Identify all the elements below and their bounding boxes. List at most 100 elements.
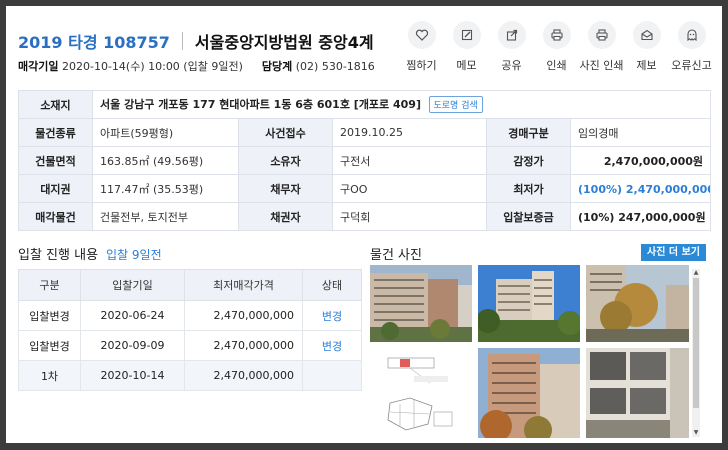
type-label: 물건종류 — [18, 118, 93, 147]
creditor-value: 구덕회 — [332, 202, 487, 231]
building-area-label: 건물면적 — [18, 146, 93, 175]
bid-status — [302, 360, 362, 391]
print-label: 인쇄 — [546, 59, 567, 72]
printer-icon — [542, 21, 571, 49]
info-row: 매각물건 건물전부, 토지전부 채권자 구덕회 입찰보증금 (10%) 247,… — [18, 202, 712, 231]
sale-item-label: 매각물건 — [18, 202, 93, 231]
bid-status-link[interactable]: 변경 — [302, 300, 362, 331]
scroll-up-icon[interactable]: ▲ — [692, 269, 700, 277]
col-date: 입찰기일 — [80, 269, 185, 301]
debtor-value: 구OO — [332, 174, 487, 203]
photo-print-button[interactable]: 사진 인쇄 — [579, 21, 624, 73]
bid-title: 입찰 진행 내용 — [18, 248, 99, 263]
bid-price: 2,470,000,000 — [184, 330, 303, 361]
envelope-icon — [632, 21, 661, 49]
table-row: 1차 2020-10-14 2,470,000,000 — [18, 360, 362, 391]
minimum-value: (100%) 2,470,000,000원 — [569, 174, 712, 203]
favorite-button[interactable]: 찜하기 — [399, 21, 444, 73]
info-row: 건물면적 163.85㎡ (49.56평) 소유자 구전서 감정가 2,470,… — [18, 146, 712, 175]
more-photos-button[interactable]: 사진 더 보기 — [641, 244, 706, 261]
auction-kind-label: 경매구분 — [486, 118, 571, 147]
auction-date-value: 2020-10-14(수) 10:00 (입찰 9일전) — [61, 60, 243, 73]
building-area-value: 163.85㎡ (49.56평) — [92, 146, 239, 175]
bid-kind: 입찰변경 — [18, 300, 81, 331]
memo-button[interactable]: 메모 — [444, 21, 489, 73]
court-name: 서울중앙지방법원 중앙4계 — [194, 33, 374, 52]
bid-kind: 1차 — [18, 360, 81, 391]
type-value: 아파트(59평형) — [92, 118, 239, 147]
bid-price: 2,470,000,000 — [184, 300, 303, 331]
info-row: 대지권 117.47㎡ (35.53평) 채무자 구OO 최저가 (100%) … — [18, 174, 712, 203]
debtor-label: 채무자 — [238, 174, 333, 203]
report-button[interactable]: 제보 — [624, 21, 669, 73]
header-divider — [181, 32, 183, 50]
photo-scrollbar-thumb[interactable] — [693, 278, 699, 408]
bid-header-row: 구분 입찰기일 최저매각가격 상태 — [18, 269, 362, 301]
owner-label: 소유자 — [238, 146, 333, 175]
heart-icon — [407, 21, 436, 49]
photo-section-title: 물건 사진 — [370, 248, 422, 263]
case-header: 2019 타경 108757 서울중앙지방법원 중앙4계 — [18, 28, 374, 54]
ghost-icon — [677, 21, 706, 49]
col-price: 최저매각가격 — [184, 269, 303, 301]
error-report-button[interactable]: 오류신고 — [669, 21, 714, 73]
floor-plan-photo[interactable] — [370, 348, 472, 438]
print-button[interactable]: 인쇄 — [534, 21, 579, 73]
dept-phone: (02) 530-1816 — [295, 60, 375, 73]
address-label: 소재지 — [18, 90, 93, 119]
bid-price: 2,470,000,000 — [184, 360, 303, 391]
share-button[interactable]: 공유 — [489, 21, 534, 73]
land-right-value: 117.47㎡ (35.53평) — [92, 174, 239, 203]
property-photo[interactable] — [370, 265, 472, 342]
appraisal-value: 2,470,000,000원 — [569, 146, 712, 175]
bid-date: 2020-10-14 — [80, 360, 185, 391]
deposit-label: 입찰보증금 — [486, 202, 571, 231]
bid-date: 2020-09-09 — [80, 330, 185, 361]
case-number: 2019 타경 108757 — [18, 33, 170, 52]
minimum-label: 최저가 — [486, 174, 571, 203]
property-photo[interactable] — [586, 348, 689, 438]
photo-print-label: 사진 인쇄 — [579, 59, 624, 72]
favorite-label: 찜하기 — [406, 59, 437, 72]
memo-label: 메모 — [456, 59, 477, 72]
road-search-button[interactable]: 도로명 검색 — [428, 96, 483, 113]
table-row: 입찰변경 2020-06-24 2,470,000,000 변경 — [18, 300, 362, 331]
property-photo[interactable] — [478, 348, 580, 438]
auction-date-line: 매각기일 2020-10-14(수) 10:00 (입찰 9일전) 담당계 (0… — [18, 58, 375, 74]
owner-value: 구전서 — [332, 146, 487, 175]
report-label: 제보 — [636, 59, 657, 72]
share-icon — [497, 21, 526, 49]
property-info-table: 소재지 서울 강남구 개포동 177 현대아파트 1동 6층 601호 [개포로… — [18, 90, 712, 231]
auction-kind-value: 임의경매 — [569, 118, 712, 147]
auction-date-label: 매각기일 — [18, 60, 59, 73]
bid-kind: 입찰변경 — [18, 330, 81, 361]
col-status: 상태 — [302, 269, 362, 301]
address-value: 서울 강남구 개포동 177 현대아파트 1동 6층 601호 [개포로 409… — [100, 98, 421, 111]
property-photo[interactable] — [478, 265, 580, 342]
printer-icon — [587, 21, 616, 49]
sale-item-value: 건물전부, 토지전부 — [92, 202, 239, 231]
table-row: 입찰변경 2020-09-09 2,470,000,000 변경 — [18, 330, 362, 361]
creditor-label: 채권자 — [238, 202, 333, 231]
action-toolbar: 찜하기 메모 공유 인쇄 사진 인쇄 제보 오류신고 — [399, 21, 714, 73]
address-row: 소재지 서울 강남구 개포동 177 현대아파트 1동 6층 601호 [개포로… — [18, 90, 712, 119]
scroll-down-icon[interactable]: ▼ — [692, 429, 700, 437]
bid-history-table: 구분 입찰기일 최저매각가격 상태 입찰변경 2020-06-24 2,470,… — [18, 269, 362, 391]
land-right-label: 대지권 — [18, 174, 93, 203]
deposit-value: (10%) 247,000,000원 — [569, 202, 712, 231]
bid-subtitle: 입찰 9일전 — [106, 248, 162, 262]
col-kind: 구분 — [18, 269, 81, 301]
appraisal-label: 감정가 — [486, 146, 571, 175]
auction-detail-panel: 2019 타경 108757 서울중앙지방법원 중앙4계 매각기일 2020-1… — [6, 6, 722, 443]
share-label: 공유 — [501, 59, 522, 72]
info-row: 물건종류 아파트(59평형) 사건접수 2019.10.25 경매구분 임의경매 — [18, 118, 712, 147]
received-label: 사건접수 — [238, 118, 333, 147]
bid-section-title: 입찰 진행 내용 입찰 9일전 — [18, 244, 162, 263]
received-value: 2019.10.25 — [332, 118, 487, 147]
property-photo[interactable] — [586, 265, 689, 342]
bid-status-link[interactable]: 변경 — [302, 330, 362, 361]
dept-label: 담당계 — [261, 60, 293, 73]
bid-date: 2020-06-24 — [80, 300, 185, 331]
pencil-icon — [452, 21, 481, 49]
error-report-label: 오류신고 — [671, 59, 712, 72]
